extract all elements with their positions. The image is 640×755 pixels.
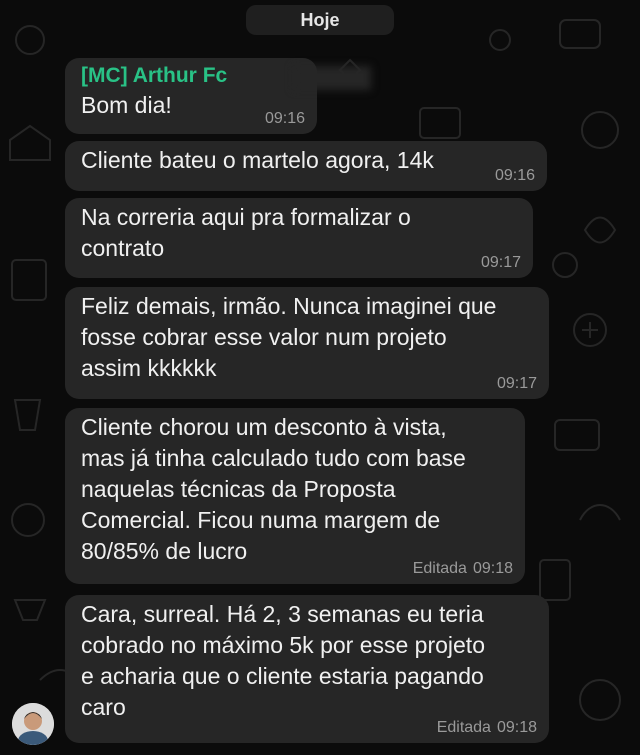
date-separator-label: Hoje bbox=[300, 9, 340, 30]
message-text: Cliente bateu o martelo agora, 14k bbox=[81, 147, 434, 173]
redacted-name-blur bbox=[293, 66, 371, 90]
edited-label: Editada bbox=[412, 560, 467, 577]
message-time: 09:18 bbox=[496, 719, 537, 736]
message-bubble[interactable]: Feliz demais, irmão. Nunca imaginei que … bbox=[65, 287, 549, 399]
message-bubble[interactable]: Na correria aqui pra formalizar o contra… bbox=[65, 198, 533, 278]
message-meta: Editada 09:18 bbox=[437, 719, 537, 737]
message-time: 09:16 bbox=[494, 167, 535, 184]
message-meta: Editada 09:18 bbox=[413, 560, 513, 578]
message-meta: 09:16 bbox=[265, 110, 305, 128]
edited-label: Editada bbox=[436, 719, 491, 736]
message-bubble[interactable]: Cliente bateu o martelo agora, 14k 09:16 bbox=[65, 141, 547, 191]
message-meta: 09:17 bbox=[481, 254, 521, 272]
message-text: Na correria aqui pra formalizar o contra… bbox=[81, 204, 411, 261]
message-time: 09:17 bbox=[496, 375, 537, 392]
avatar[interactable] bbox=[12, 703, 54, 745]
date-separator: Hoje bbox=[246, 5, 394, 35]
message-bubble[interactable]: Cara, surreal. Há 2, 3 semanas eu teria … bbox=[65, 595, 549, 743]
person-icon bbox=[12, 703, 54, 745]
message-meta: 09:17 bbox=[497, 375, 537, 393]
message-text: Cara, surreal. Há 2, 3 semanas eu teria … bbox=[81, 601, 485, 720]
message-text: Cliente chorou um desconto à vista, mas … bbox=[81, 414, 466, 564]
message-time: 09:17 bbox=[480, 254, 521, 271]
message-text: Feliz demais, irmão. Nunca imaginei que … bbox=[81, 293, 497, 381]
message-time: 09:18 bbox=[472, 560, 513, 577]
sender-name[interactable]: [MC] Arthur Fc bbox=[81, 62, 303, 90]
message-meta: 09:16 bbox=[495, 167, 535, 185]
message-bubble[interactable]: Cliente chorou um desconto à vista, mas … bbox=[65, 408, 525, 584]
message-bubble[interactable]: [MC] Arthur Fc Bom dia! 09:16 bbox=[65, 58, 371, 134]
message-time: 09:16 bbox=[264, 110, 305, 127]
